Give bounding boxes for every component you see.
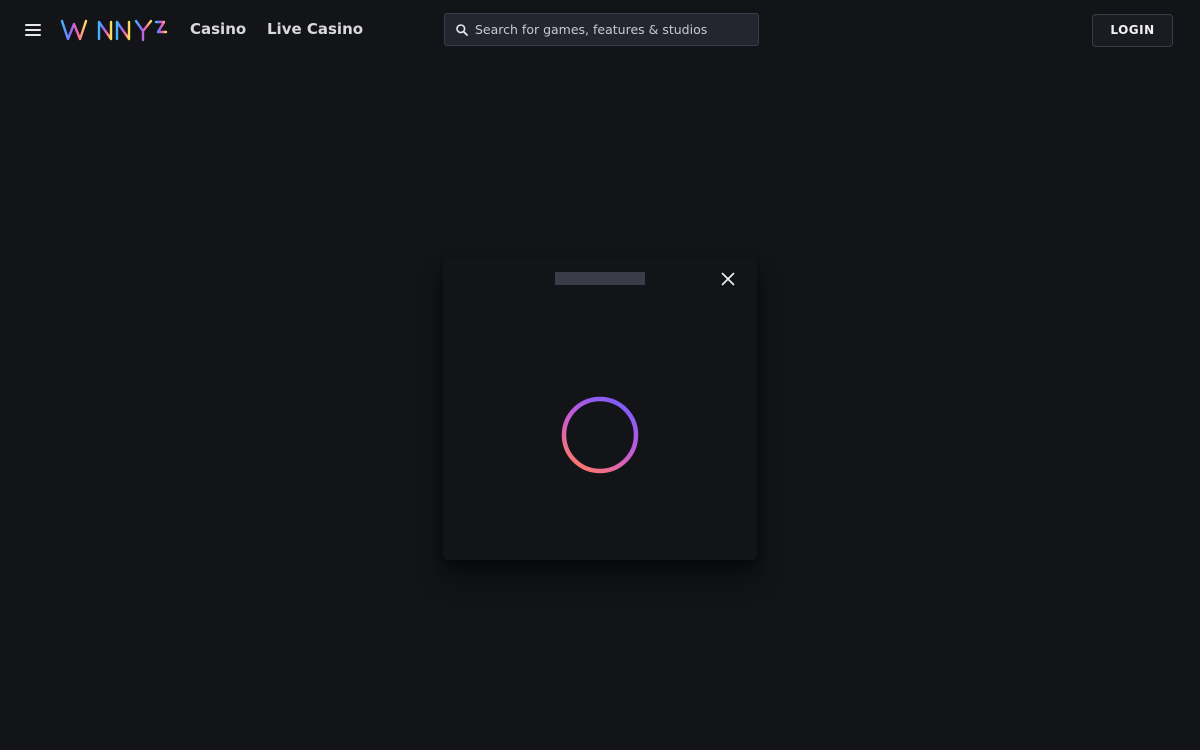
loading-spinner-icon — [561, 396, 639, 474]
top-navigation-bar: Casino Live Casino LOGIN — [0, 0, 1200, 60]
close-icon[interactable] — [718, 269, 738, 289]
nav-link-casino[interactable]: Casino — [190, 20, 246, 38]
loading-modal — [443, 258, 757, 560]
modal-title-placeholder — [555, 272, 645, 285]
login-button[interactable]: LOGIN — [1092, 14, 1173, 47]
search-icon — [456, 24, 468, 36]
nav-link-live-casino[interactable]: Live Casino — [267, 20, 363, 38]
search-input[interactable] — [475, 14, 750, 45]
search-bar[interactable] — [444, 13, 759, 46]
hamburger-menu-icon[interactable] — [22, 19, 44, 41]
winny-logo[interactable] — [60, 16, 170, 44]
